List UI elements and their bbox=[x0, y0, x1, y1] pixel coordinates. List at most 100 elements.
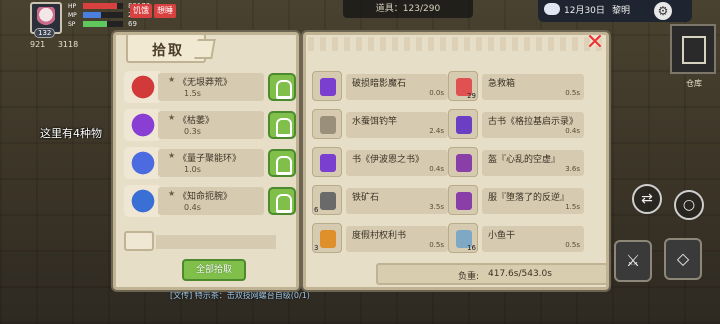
player-hud: 132 HP 89173 MP 2433 SP 69 饥饿 想睡 bbox=[30, 2, 180, 38]
item-icon bbox=[124, 185, 162, 217]
item-info: ★ 《知命扼腕》 0.4s bbox=[158, 187, 264, 215]
item-name: 盔『心乱的空虚』 bbox=[488, 155, 561, 165]
item-name: 急救箱 bbox=[488, 79, 516, 89]
player-level: 132 bbox=[34, 28, 56, 38]
pick-button[interactable] bbox=[268, 149, 296, 177]
pickup-row-4[interactable]: ★ 《知命扼腕》 0.4s bbox=[124, 185, 296, 217]
gear-icon[interactable]: ⚙ bbox=[654, 2, 672, 20]
panel-ornament bbox=[308, 37, 604, 51]
item-name: 《知命扼腕》 bbox=[178, 192, 233, 202]
ground-item[interactable]: 破损暗影魔石 0.0s bbox=[312, 71, 448, 101]
pickup-row-2[interactable]: ★ 《枯萎》 0.3s bbox=[124, 109, 296, 141]
hungry-status: 饥饿 bbox=[130, 4, 152, 18]
item-icon bbox=[124, 109, 162, 141]
item-shape bbox=[320, 78, 336, 96]
swap-icon[interactable]: ⇄ bbox=[632, 184, 662, 214]
star-icon: ★ bbox=[168, 113, 176, 122]
item-icon bbox=[448, 109, 478, 139]
pick-all-button[interactable]: 全部拾取 bbox=[182, 259, 246, 281]
item-quantity: 3 bbox=[314, 244, 319, 252]
skill-icon[interactable]: ◇ bbox=[664, 238, 702, 280]
mp-fill bbox=[83, 12, 101, 18]
star-icon: ★ bbox=[168, 151, 176, 160]
pick-button[interactable] bbox=[268, 73, 296, 101]
sword-icon[interactable]: ⚔ bbox=[614, 240, 652, 282]
item-time: 1.5s bbox=[565, 203, 580, 211]
item-info: 书《伊波恩之书》 0.4s bbox=[346, 150, 448, 176]
item-time: 0.4s bbox=[184, 203, 201, 212]
ground-item[interactable]: 16 小鱼干 0.5s bbox=[448, 223, 584, 253]
item-shape bbox=[320, 192, 336, 210]
close-icon[interactable]: ✕ bbox=[584, 32, 606, 54]
item-icon: 29 bbox=[448, 71, 478, 101]
sp-value: 69 bbox=[128, 20, 137, 28]
date-text: 12月30日 bbox=[564, 6, 605, 16]
item-name: 《量子聚能环》 bbox=[178, 154, 242, 164]
resource-a: 921 bbox=[30, 40, 46, 49]
inventory-count: 道具：123/290 bbox=[343, 0, 473, 18]
item-time: 0.5s bbox=[565, 241, 580, 249]
resource-b: 3118 bbox=[57, 40, 79, 49]
item-name: 小鱼干 bbox=[488, 231, 516, 241]
item-icon bbox=[312, 147, 342, 177]
date-weather: 12月30日 黎明 ⚙ bbox=[538, 0, 692, 22]
star-icon: ★ bbox=[168, 75, 176, 84]
item-quantity: 6 bbox=[314, 206, 319, 214]
sp-fill bbox=[83, 21, 107, 27]
item-time: 3.6s bbox=[565, 165, 580, 173]
weight-value: 417.6s/543.0s bbox=[488, 269, 552, 279]
item-time: 0.5s bbox=[565, 89, 580, 97]
item-shape bbox=[320, 230, 336, 248]
item-time: 0.4s bbox=[429, 165, 444, 173]
ground-item[interactable]: 水蚕饵钓竿 2.4s bbox=[312, 109, 448, 139]
quest-log: [文传] 特示茶：击双技网螺台自级(0/1) bbox=[170, 291, 310, 300]
item-shape bbox=[456, 154, 472, 172]
empty-slot bbox=[124, 231, 154, 251]
pick-button[interactable] bbox=[268, 187, 296, 215]
ground-item[interactable]: 盔『心乱的空虚』 3.6s bbox=[448, 147, 584, 177]
item-info: ★ 《量子聚能环》 1.0s bbox=[158, 149, 264, 177]
sp-row: SP 69 bbox=[68, 20, 156, 28]
pick-button[interactable] bbox=[268, 111, 296, 139]
item-name: 《无垠莽荒》 bbox=[178, 78, 233, 88]
item-time: 0.3s bbox=[184, 127, 201, 136]
ground-items-panel: 破损暗影魔石 0.0s 29 急救箱 0.5s 水蚕饵钓竿 2.4s 古书《格拉基启示录》 0.… bbox=[303, 32, 609, 290]
sp-bar bbox=[83, 21, 123, 27]
item-info: 急救箱 0.5s bbox=[482, 74, 584, 100]
ground-item[interactable]: 书《伊波恩之书》 0.4s bbox=[312, 147, 448, 177]
item-name: 破损暗影魔石 bbox=[352, 79, 407, 89]
item-info: 古书《格拉基启示录》 0.4s bbox=[482, 112, 584, 138]
item-info: ★ 《枯萎》 0.3s bbox=[158, 111, 264, 139]
ground-item[interactable]: 古书《格拉基启示录》 0.4s bbox=[448, 109, 584, 139]
mp-label: MP bbox=[68, 12, 77, 19]
item-time: 2.4s bbox=[429, 127, 444, 135]
item-icon: 6 bbox=[312, 185, 342, 215]
ground-item[interactable]: 29 急救箱 0.5s bbox=[448, 71, 584, 101]
item-name: 书《伊波恩之书》 bbox=[352, 155, 425, 165]
pickup-row-3[interactable]: ★ 《量子聚能环》 1.0s bbox=[124, 147, 296, 179]
pickup-panel: 拾取 ★ 《无垠莽荒》 1.5s ★ 《枯萎》 0.3s ★ 《量子聚能环》 1… bbox=[113, 32, 299, 290]
ground-item[interactable]: 3 度假村权利书 0.5s bbox=[312, 223, 448, 253]
item-name: 度假村权利书 bbox=[352, 231, 407, 241]
search-icon[interactable]: ○ bbox=[674, 190, 704, 220]
ground-item[interactable]: 服『堕落了的反逆』 1.5s bbox=[448, 185, 584, 215]
item-info: 水蚕饵钓竿 2.4s bbox=[346, 112, 448, 138]
item-time: 3.5s bbox=[429, 203, 444, 211]
item-name: 水蚕饵钓竿 bbox=[352, 117, 398, 127]
item-info: ★ 《无垠莽荒》 1.5s bbox=[158, 73, 264, 101]
item-icon: 3 bbox=[312, 223, 342, 253]
item-quantity: 29 bbox=[467, 92, 476, 100]
item-time: 1.5s bbox=[184, 89, 201, 98]
pickup-title-tab: 拾取 bbox=[126, 33, 216, 63]
empty-slot-bar bbox=[156, 235, 276, 249]
item-icon bbox=[448, 185, 478, 215]
pickup-row-1[interactable]: ★ 《无垠莽荒》 1.5s bbox=[124, 71, 296, 103]
item-shape bbox=[456, 116, 472, 134]
tab-notch bbox=[194, 39, 216, 59]
item-quantity: 16 bbox=[467, 244, 476, 252]
item-shape bbox=[320, 116, 336, 134]
minimap[interactable] bbox=[670, 24, 716, 74]
ground-item[interactable]: 6 铁矿石 3.5s bbox=[312, 185, 448, 215]
item-shape bbox=[320, 154, 336, 172]
item-icon: 16 bbox=[448, 223, 478, 253]
